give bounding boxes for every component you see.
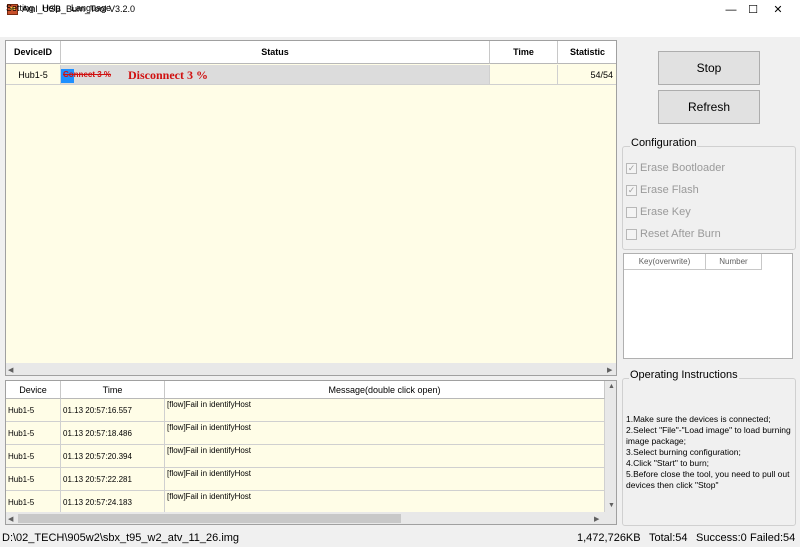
config-option-label[interactable]: Reset After Burn bbox=[640, 228, 721, 240]
log-scroll-right-icon[interactable]: ▶ bbox=[594, 515, 599, 523]
log-row-device[interactable]: Hub1-5 bbox=[6, 422, 61, 445]
row-statistic[interactable]: 54/54 bbox=[558, 65, 616, 85]
config-checkbox[interactable]: ✓ bbox=[626, 185, 637, 196]
log-row-message[interactable]: [flow]Fail in identifyHost bbox=[165, 422, 605, 445]
device-grid-hscrollbar[interactable] bbox=[6, 363, 616, 375]
header-time[interactable]: Time bbox=[490, 41, 558, 64]
configuration-title: Configuration bbox=[630, 137, 698, 149]
scroll-up-icon[interactable]: ▲ bbox=[608, 383, 615, 390]
checkmark-icon: ✓ bbox=[627, 163, 636, 173]
log-row-message[interactable]: [flow]Fail in identifyHost bbox=[165, 491, 605, 514]
config-option-label[interactable]: Erase Flash bbox=[640, 184, 699, 196]
success-count: Success:0 bbox=[696, 532, 747, 544]
image-path: D:\02_TECH\905w2\sbx_t95_w2_atv_11_26.im… bbox=[2, 532, 240, 544]
instructions-text: 1.Make sure the devices is connected; 2.… bbox=[626, 414, 791, 490]
failed-count: Failed:54 bbox=[750, 532, 796, 544]
config-checkbox[interactable] bbox=[626, 229, 637, 240]
log-row-device[interactable]: Hub1-5 bbox=[6, 468, 61, 491]
row-status-cell[interactable]: Connect 3 % Disconnect 3 % bbox=[61, 65, 490, 85]
log-vscrollbar[interactable] bbox=[605, 381, 616, 512]
menu-help[interactable]: Help bbox=[42, 3, 61, 13]
log-row-time[interactable]: 01.13 20:57:20.394 bbox=[61, 445, 165, 468]
menu-setting[interactable]: Setting bbox=[6, 3, 34, 13]
checkmark-icon: ✓ bbox=[627, 185, 636, 195]
header-status[interactable]: Status bbox=[61, 41, 490, 64]
log-row-device[interactable]: Hub1-5 bbox=[6, 399, 61, 422]
log-row-device[interactable]: Hub1-5 bbox=[6, 445, 61, 468]
log-header-device[interactable]: Device bbox=[6, 381, 61, 399]
header-device-id[interactable]: DeviceID bbox=[6, 41, 61, 64]
log-row-time[interactable]: 01.13 20:57:22.281 bbox=[61, 468, 165, 491]
log-row-device[interactable]: Hub1-5 bbox=[6, 491, 61, 514]
key-header-key[interactable]: Key(overwrite) bbox=[624, 254, 706, 270]
log-header-time[interactable]: Time bbox=[61, 381, 165, 399]
log-hscroll-thumb[interactable] bbox=[18, 514, 401, 523]
log-row-time[interactable]: 01.13 20:57:18.486 bbox=[61, 422, 165, 445]
config-option-label[interactable]: Erase Key bbox=[640, 206, 691, 218]
config-option-label[interactable]: Erase Bootloader bbox=[640, 162, 725, 174]
scroll-left-icon[interactable]: ◀ bbox=[8, 366, 13, 374]
config-checkbox[interactable]: ✓ bbox=[626, 163, 637, 174]
close-button[interactable]: ✕ bbox=[755, 0, 800, 20]
log-row-time[interactable]: 01.13 20:57:16.557 bbox=[61, 399, 165, 422]
log-scroll-left-icon[interactable]: ◀ bbox=[8, 515, 13, 523]
refresh-button[interactable]: Refresh bbox=[658, 90, 760, 124]
log-row-message[interactable]: [flow]Fail in identifyHost bbox=[165, 468, 605, 491]
status-strikethrough-text: Connect 3 % bbox=[63, 70, 112, 79]
log-header-message[interactable]: Message(double click open) bbox=[165, 381, 605, 399]
config-checkbox[interactable] bbox=[626, 207, 637, 218]
scroll-right-icon[interactable]: ▶ bbox=[607, 366, 612, 374]
image-size: 1,472,726KB bbox=[577, 532, 641, 544]
instructions-title: Operating Instructions bbox=[629, 369, 739, 381]
row-device-id[interactable]: Hub1-5 bbox=[6, 65, 61, 85]
key-header-number[interactable]: Number bbox=[706, 254, 762, 270]
key-table[interactable]: Key(overwrite) Number bbox=[623, 253, 793, 359]
menu-language[interactable]: Language bbox=[71, 3, 111, 13]
scroll-down-icon[interactable]: ▼ bbox=[608, 502, 615, 509]
log-grid[interactable]: Device Time Message(double click open) H… bbox=[5, 380, 617, 525]
menu-bar bbox=[0, 20, 800, 37]
row-time[interactable] bbox=[490, 65, 558, 85]
log-row-message[interactable]: [flow]Fail in identifyHost bbox=[165, 445, 605, 468]
total-count: Total:54 bbox=[649, 532, 688, 544]
header-statistic[interactable]: Statistic bbox=[558, 41, 616, 64]
status-bar: D:\02_TECH\905w2\sbx_t95_w2_atv_11_26.im… bbox=[0, 529, 800, 547]
log-row-message[interactable]: [flow]Fail in identifyHost bbox=[165, 399, 605, 422]
log-row-time[interactable]: 01.13 20:57:24.183 bbox=[61, 491, 165, 514]
device-grid[interactable]: DeviceID Status Time Statistic Hub1-5 Co… bbox=[5, 40, 617, 376]
status-text: Disconnect 3 % bbox=[128, 68, 208, 82]
stop-button[interactable]: Stop bbox=[658, 51, 760, 85]
